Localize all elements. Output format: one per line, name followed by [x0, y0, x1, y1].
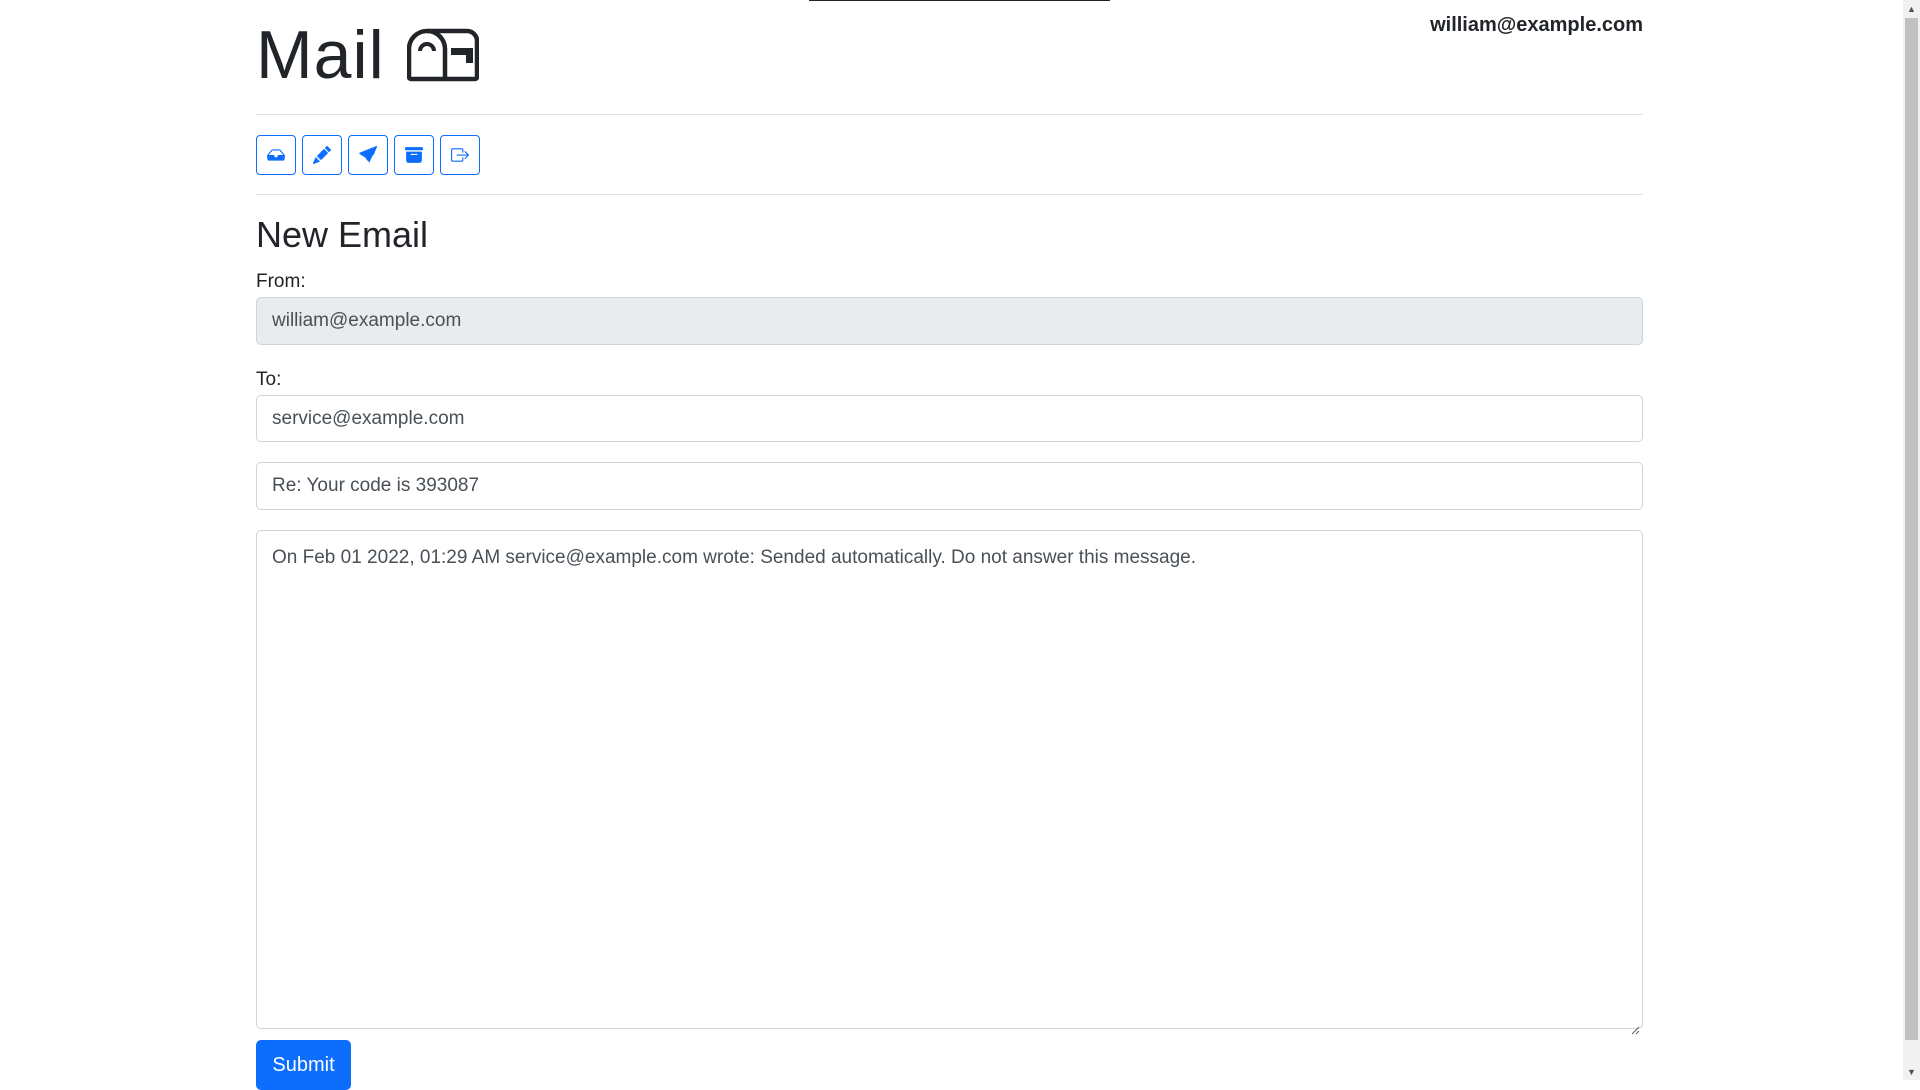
archive-icon [405, 146, 423, 164]
compose-button[interactable] [302, 134, 342, 175]
to-field[interactable]: service@example.com [256, 395, 1643, 442]
inbox-button[interactable] [256, 134, 296, 175]
resize-handle-icon[interactable] [1630, 1016, 1640, 1035]
scrollbar-thumb[interactable] [1905, 18, 1918, 1040]
from-field: william@example.com [256, 297, 1643, 345]
submit-button[interactable]: Submit [256, 1040, 351, 1090]
current-user-email: william@example.com [1430, 14, 1643, 36]
app-title: Mail [256, 17, 385, 93]
page-header: Mail william@example.com [256, 0, 1643, 115]
scroll-down-icon[interactable]: ▼ [1903, 1063, 1920, 1080]
inbox-icon [267, 146, 285, 164]
to-value: service@example.com [272, 407, 465, 429]
from-value: william@example.com [272, 310, 462, 331]
subject-value: Re: Your code is 393087 [272, 475, 480, 496]
toolbar [256, 115, 1643, 195]
main-container: Mail william@example.com New Email From:… [256, 0, 1643, 1090]
scroll-up-icon[interactable]: ▲ [1903, 0, 1920, 17]
body-textarea[interactable]: On Feb 01 2022, 01:29 AM service@example… [256, 530, 1643, 1035]
box-arrow-right-icon [451, 146, 469, 164]
from-label: From: [256, 271, 306, 292]
vertical-scrollbar[interactable]: ▲ ▼ [1903, 0, 1920, 1080]
archive-button[interactable] [394, 134, 434, 175]
sent-button[interactable] [348, 134, 388, 175]
send-icon [359, 145, 377, 164]
pencil-icon [313, 145, 331, 164]
mailbox-icon [406, 27, 479, 83]
brand: Mail [256, 18, 479, 92]
body-value: On Feb 01 2022, 01:29 AM service@example… [272, 547, 1197, 568]
page-title: New Email [256, 214, 429, 255]
to-label: To: [256, 369, 282, 390]
logout-button[interactable] [440, 134, 480, 175]
subject-field[interactable]: Re: Your code is 393087 [256, 462, 1643, 510]
